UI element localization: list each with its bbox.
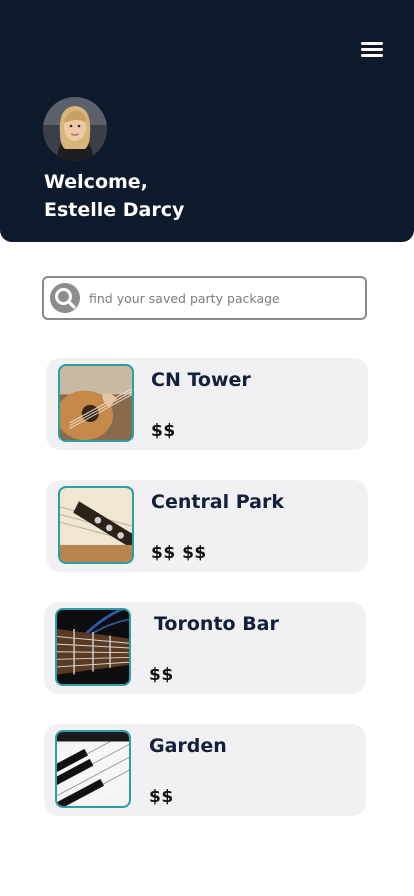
package-card-garden[interactable]: Garden $$ <box>44 724 366 816</box>
package-card-central-park[interactable]: Central Park $$ $$ <box>46 480 368 572</box>
piano-keys-icon <box>55 730 131 808</box>
guitar-strings-icon <box>55 608 131 686</box>
hamburger-menu-icon[interactable] <box>361 40 385 60</box>
package-title: Garden <box>149 735 227 757</box>
search-input[interactable] <box>89 286 359 310</box>
user-name: Estelle Darcy <box>44 199 185 221</box>
package-card-toronto-bar[interactable]: Toronto Bar $$ <box>44 602 366 694</box>
package-title: Toronto Bar <box>154 613 279 635</box>
package-price: $$ <box>151 421 176 441</box>
search-box[interactable] <box>42 276 367 320</box>
package-title: Central Park <box>151 491 284 513</box>
guitar-icon <box>58 364 134 442</box>
welcome-message: Welcome, Estelle Darcy <box>44 168 184 224</box>
package-price: $$ $$ <box>151 543 207 563</box>
package-price: $$ <box>149 787 174 807</box>
header-banner: Welcome, Estelle Darcy <box>0 0 414 242</box>
package-title: CN Tower <box>151 369 251 391</box>
avatar[interactable] <box>43 97 107 161</box>
guitar-headstock-icon <box>58 486 134 564</box>
welcome-greeting: Welcome, <box>44 171 148 193</box>
package-price: $$ <box>149 665 174 685</box>
package-card-cn-tower[interactable]: CN Tower $$ <box>46 358 368 450</box>
search-icon[interactable] <box>50 283 80 313</box>
